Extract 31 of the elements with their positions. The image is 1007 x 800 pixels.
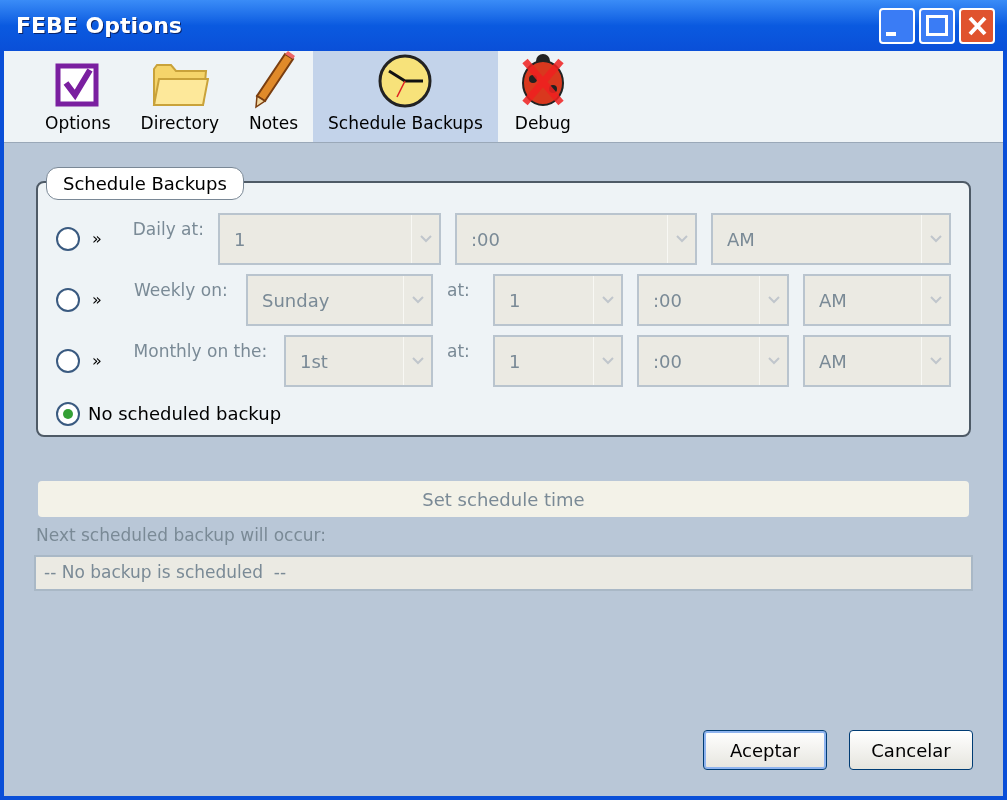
toolbar-tab[interactable]: Debug — [497, 51, 588, 142]
status-field: -- No backup is scheduled -- — [34, 554, 973, 591]
maximize-button[interactable] — [919, 7, 955, 44]
toolbar-tab[interactable]: Schedule Backups — [313, 51, 498, 142]
radio-button[interactable] — [56, 288, 80, 312]
expand-marker: » — [92, 350, 103, 372]
field-label: at: — [447, 340, 471, 363]
radio-label: No scheduled backup — [88, 402, 282, 426]
maximize-icon — [926, 15, 948, 36]
dialog-button[interactable]: Cancelar — [849, 730, 973, 770]
field-label: at: — [447, 279, 471, 302]
field-label: Next scheduled backup will occur: — [36, 524, 327, 547]
window-title: FEBE Options — [15, 12, 182, 40]
expand-marker: » — [92, 289, 103, 311]
minimize-button[interactable] — [879, 7, 915, 44]
radio-button[interactable] — [56, 349, 80, 373]
toolbar-tab[interactable]: Notes — [233, 51, 314, 142]
radio-button[interactable] — [56, 227, 80, 251]
dialog-button[interactable]: Aceptar — [703, 730, 827, 770]
close-icon — [967, 15, 987, 36]
field-label: Daily at: — [132, 218, 205, 241]
field-label: Monthly on the: — [133, 340, 269, 363]
group-title: Schedule Backups — [46, 167, 244, 200]
toolbar-tab[interactable]: Directory — [125, 51, 234, 142]
radio-button[interactable] — [56, 401, 80, 426]
close-button[interactable] — [959, 7, 995, 44]
toolbar-tab[interactable]: Options — [30, 51, 126, 142]
expand-marker: » — [92, 228, 103, 250]
minimize-icon — [886, 31, 896, 36]
field-label: Weekly on: — [134, 279, 229, 302]
clock-icon — [377, 52, 434, 109]
